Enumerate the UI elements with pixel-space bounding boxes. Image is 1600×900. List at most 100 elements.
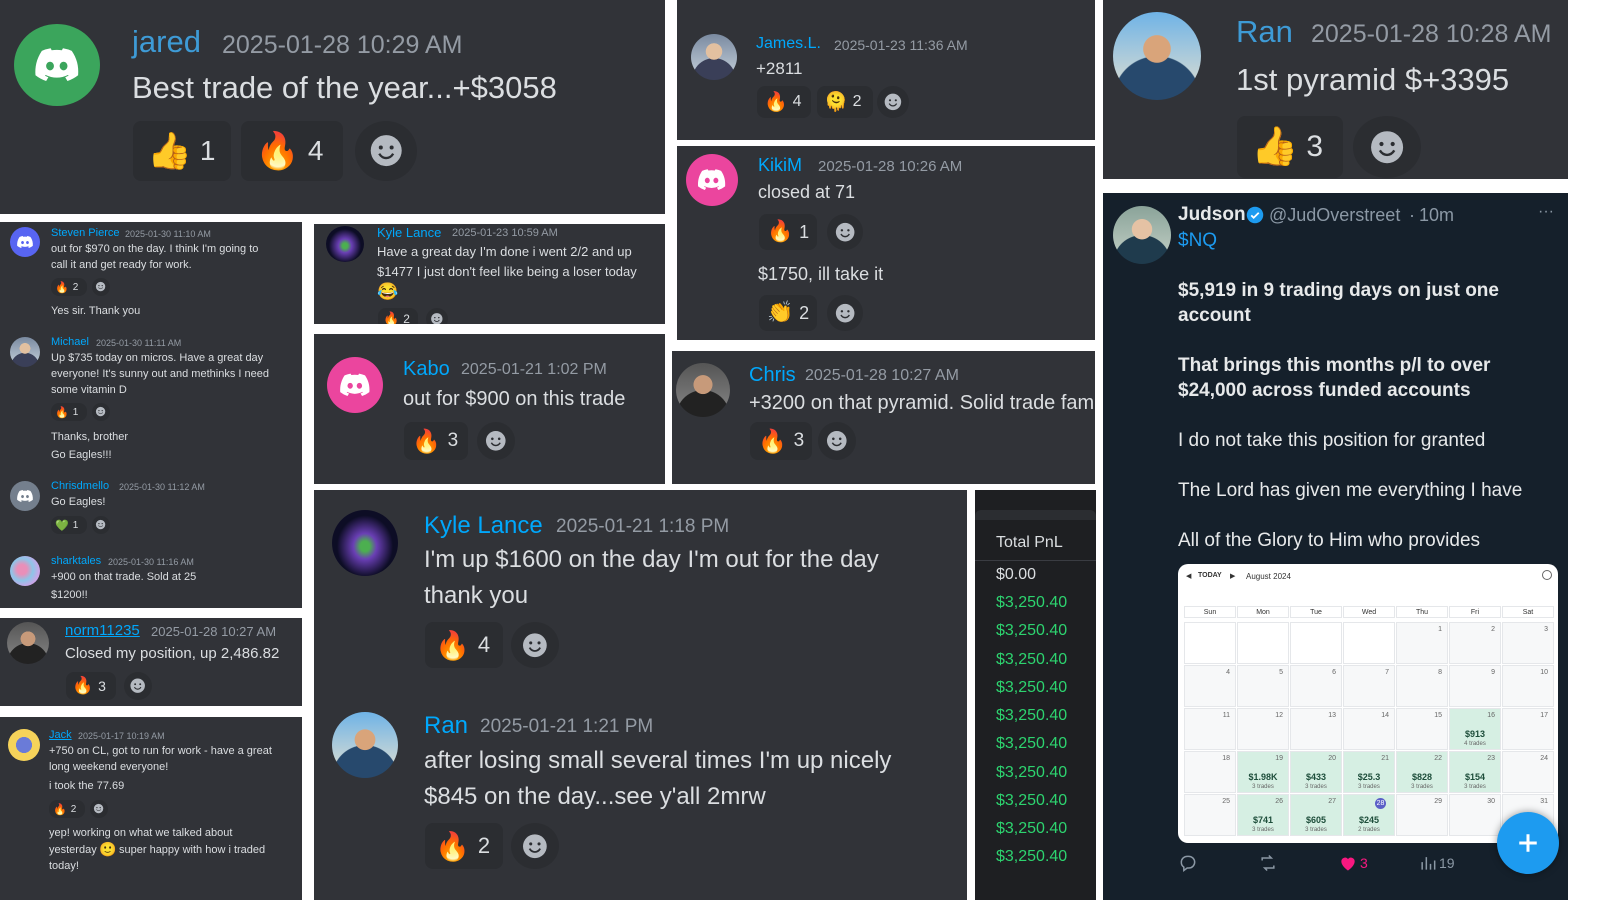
calendar-day[interactable]: 6 xyxy=(1290,665,1342,707)
avatar[interactable] xyxy=(10,337,40,367)
username[interactable]: Kyle Lance xyxy=(377,225,441,240)
avatar[interactable] xyxy=(326,226,364,262)
avatar[interactable] xyxy=(14,24,100,106)
add-reaction-button[interactable] xyxy=(355,121,417,181)
add-reaction-button[interactable] xyxy=(92,516,110,534)
username[interactable]: Kyle Lance xyxy=(424,512,543,540)
calendar-day[interactable]: 23 $154 3 trades xyxy=(1449,751,1501,793)
reaction-fire[interactable]: 🔥 2 xyxy=(425,823,503,869)
calendar-day[interactable]: 29 xyxy=(1396,794,1448,836)
reaction-thumbs-up[interactable]: 👍 3 xyxy=(1237,116,1343,178)
add-reaction-button[interactable] xyxy=(511,622,559,668)
calendar-day[interactable]: 21 $25.3 3 trades xyxy=(1343,751,1395,793)
calendar-day[interactable] xyxy=(1237,622,1289,664)
username[interactable]: KikiM xyxy=(758,155,802,176)
calendar-day[interactable]: 30 xyxy=(1449,794,1501,836)
reaction-fire[interactable]: 🔥 3 xyxy=(66,672,116,700)
avatar[interactable] xyxy=(10,227,40,257)
username[interactable]: Chrisdmello xyxy=(51,480,109,492)
add-reaction-button[interactable] xyxy=(477,422,515,460)
username[interactable]: James.L. xyxy=(756,35,821,53)
calendar-day[interactable] xyxy=(1290,622,1342,664)
add-reaction-button[interactable] xyxy=(818,422,856,460)
avatar[interactable] xyxy=(332,510,398,576)
calendar-day[interactable]: 28 $245 2 trades xyxy=(1343,794,1395,836)
add-reaction-button[interactable] xyxy=(90,800,108,818)
username[interactable]: norm11235 xyxy=(65,622,140,639)
calendar-day[interactable]: 15 xyxy=(1396,708,1448,750)
retweet-icon[interactable] xyxy=(1257,853,1279,873)
reaction-fire[interactable]: 🔥 4 xyxy=(241,121,343,181)
avatar[interactable] xyxy=(7,622,49,664)
calendar-day[interactable]: 2 xyxy=(1449,622,1501,664)
calendar-day[interactable]: 1 xyxy=(1396,622,1448,664)
calendar-day[interactable]: 22 $828 3 trades xyxy=(1396,751,1448,793)
add-reaction-button[interactable] xyxy=(877,86,909,118)
avatar[interactable] xyxy=(686,154,738,206)
calendar-day[interactable]: 10 xyxy=(1502,665,1554,707)
calendar-day[interactable]: 24 xyxy=(1502,751,1554,793)
username[interactable]: Jack xyxy=(49,729,72,741)
calendar-day[interactable]: 5 xyxy=(1237,665,1289,707)
calendar-day[interactable]: 11 xyxy=(1184,708,1236,750)
display-name[interactable]: Judson xyxy=(1178,204,1246,226)
more-options-icon[interactable]: ··· xyxy=(1538,203,1554,221)
add-reaction-button[interactable] xyxy=(1353,116,1421,178)
add-reaction-button[interactable] xyxy=(511,823,559,869)
reaction-thumbs-up[interactable]: 👍 1 xyxy=(133,121,231,181)
post-time[interactable]: 10m xyxy=(1419,205,1454,226)
reaction-melting[interactable]: 🫠 2 xyxy=(817,86,873,118)
reply-icon[interactable] xyxy=(1178,853,1198,873)
calendar-day[interactable]: 12 xyxy=(1237,708,1289,750)
calendar-day[interactable] xyxy=(1184,622,1236,664)
username[interactable]: jared xyxy=(132,24,201,60)
username[interactable]: Chris xyxy=(749,364,796,387)
add-reaction-button[interactable] xyxy=(426,308,448,324)
reaction-fire[interactable]: 🔥 2 xyxy=(378,308,418,324)
reaction-green-heart[interactable]: 💚 1 xyxy=(51,516,87,534)
avatar[interactable] xyxy=(332,712,398,778)
add-reaction-button[interactable] xyxy=(827,214,863,250)
add-reaction-button[interactable] xyxy=(92,278,110,296)
avatar[interactable] xyxy=(676,363,730,417)
reaction-fire[interactable]: 🔥 3 xyxy=(750,422,812,460)
reaction-fire[interactable]: 🔥 2 xyxy=(51,278,87,296)
calendar-day[interactable]: 26 $741 3 trades xyxy=(1237,794,1289,836)
avatar[interactable] xyxy=(1113,206,1171,264)
calendar-day[interactable]: 20 $433 3 trades xyxy=(1290,751,1342,793)
add-reaction-button[interactable] xyxy=(124,672,152,700)
calendar-day[interactable]: 16 $913 4 trades xyxy=(1449,708,1501,750)
avatar[interactable] xyxy=(10,481,40,511)
views-icon[interactable] xyxy=(1418,853,1438,873)
pnl-calendar-image[interactable]: ◀ TODAY ▶ August 2024 Sun Mon Tue Wed Thu Fri… xyxy=(1178,564,1558,843)
avatar[interactable] xyxy=(8,729,40,761)
username[interactable]: Ran xyxy=(1236,14,1293,50)
username[interactable]: Kabo xyxy=(403,358,450,381)
avatar[interactable] xyxy=(691,34,737,80)
avatar[interactable] xyxy=(1113,12,1201,100)
calendar-day[interactable]: 25 xyxy=(1184,794,1236,836)
calendar-day[interactable]: 3 xyxy=(1502,622,1554,664)
username[interactable]: Steven Pierce xyxy=(51,227,119,239)
reaction-fire[interactable]: 🔥 2 xyxy=(49,800,85,818)
compose-fab[interactable] xyxy=(1497,812,1559,874)
calendar-day[interactable]: 13 xyxy=(1290,708,1342,750)
calendar-day[interactable]: 17 xyxy=(1502,708,1554,750)
add-reaction-button[interactable] xyxy=(92,403,110,421)
handle[interactable]: @JudOverstreet xyxy=(1269,205,1400,226)
avatar[interactable] xyxy=(327,357,383,413)
heart-icon[interactable] xyxy=(1338,853,1358,873)
avatar[interactable] xyxy=(10,556,40,586)
calendar-day[interactable]: 8 xyxy=(1396,665,1448,707)
calendar-day[interactable] xyxy=(1343,622,1395,664)
reaction-fire[interactable]: 🔥 4 xyxy=(757,86,811,118)
add-reaction-button[interactable] xyxy=(827,295,863,331)
calendar-day[interactable]: 27 $605 3 trades xyxy=(1290,794,1342,836)
calendar-day[interactable]: 9 xyxy=(1449,665,1501,707)
username[interactable]: Ran xyxy=(424,712,468,740)
calendar-day[interactable]: 4 xyxy=(1184,665,1236,707)
reaction-fire[interactable]: 🔥 3 xyxy=(404,422,468,460)
calendar-day[interactable]: 14 xyxy=(1343,708,1395,750)
reaction-fire[interactable]: 🔥 1 xyxy=(51,403,87,421)
calendar-day[interactable]: 7 xyxy=(1343,665,1395,707)
